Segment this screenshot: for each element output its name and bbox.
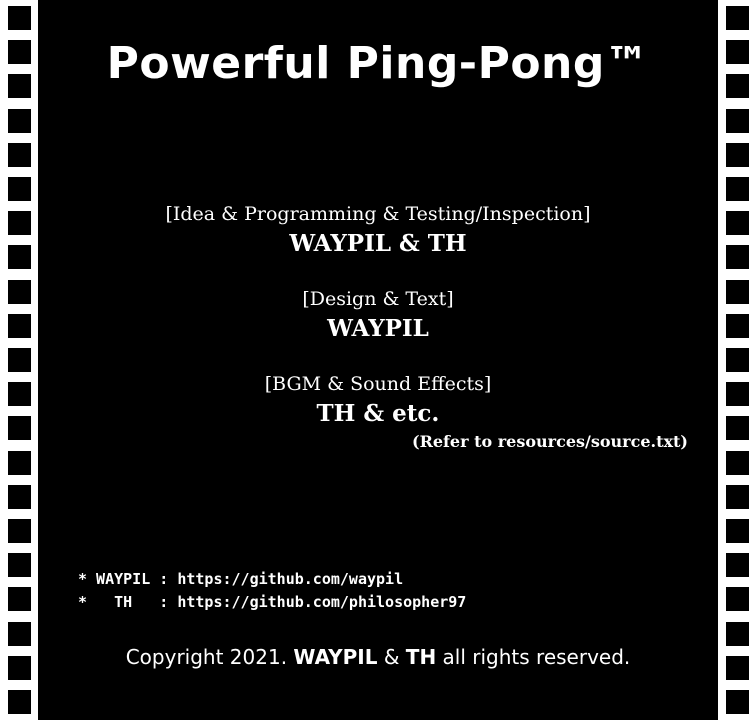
film-perforation	[726, 451, 749, 475]
film-perforation	[8, 690, 31, 714]
film-perforation	[726, 553, 749, 577]
film-perforation	[726, 109, 749, 133]
copyright-suffix: all rights reserved.	[436, 645, 631, 669]
film-perforation	[8, 485, 31, 509]
copyright-amp: &	[377, 645, 406, 669]
film-perforation	[8, 109, 31, 133]
game-title: Powerful Ping-Pong™	[106, 38, 650, 89]
copyright-name-waypil: WAYPIL	[293, 645, 378, 669]
film-perforation	[726, 280, 749, 304]
left-film-strip	[0, 0, 38, 720]
film-perforation	[726, 416, 749, 440]
film-perforation	[726, 211, 749, 235]
copyright-prefix: Copyright 2021.	[125, 645, 294, 669]
film-perforation	[726, 690, 749, 714]
credit-note-bgm: (Refer to resources/source.txt)	[412, 432, 688, 451]
film-perforation	[726, 40, 749, 64]
credit-name-design: WAYPIL	[327, 315, 429, 342]
film-perforation	[726, 519, 749, 543]
film-perforation	[726, 6, 749, 30]
film-perforation	[726, 656, 749, 680]
link-line-th: * TH : https://github.com/philosopher97	[78, 593, 467, 611]
copyright-name-th: TH	[405, 645, 437, 669]
credit-name-idea: WAYPIL & TH	[289, 230, 467, 257]
credit-role-idea: [Idea & Programming & Testing/Inspection…	[165, 203, 591, 225]
film-perforation	[8, 656, 31, 680]
film-perforation	[726, 485, 749, 509]
film-perforation	[8, 553, 31, 577]
link-line-waypil: * WAYPIL : https://github.com/waypil	[78, 570, 404, 588]
credit-role-design: [Design & Text]	[302, 288, 454, 310]
film-perforation	[8, 211, 31, 235]
film-perforation	[8, 416, 31, 440]
film-perforation	[8, 519, 31, 543]
film-perforation	[8, 143, 31, 167]
credit-name-bgm: TH & etc.	[316, 400, 440, 427]
film-perforation	[8, 40, 31, 64]
film-perforation	[726, 622, 749, 646]
film-perforation	[8, 587, 31, 611]
right-film-strip	[718, 0, 756, 720]
film-perforation	[726, 314, 749, 338]
film-perforation	[726, 177, 749, 201]
film-perforation	[8, 451, 31, 475]
film-perforation	[8, 177, 31, 201]
film-perforation	[8, 280, 31, 304]
film-perforation	[8, 348, 31, 372]
film-perforation	[726, 74, 749, 98]
film-perforation	[8, 74, 31, 98]
film-perforation	[726, 143, 749, 167]
copyright-notice: Copyright 2021. WAYPIL & TH all rights r…	[38, 645, 718, 669]
film-perforation	[726, 348, 749, 372]
film-perforation	[8, 382, 31, 406]
film-perforation	[8, 622, 31, 646]
film-perforation	[726, 245, 749, 269]
credit-role-bgm: [BGM & Sound Effects]	[264, 373, 492, 395]
film-perforation	[8, 6, 31, 30]
film-perforation	[726, 382, 749, 406]
film-perforation	[726, 587, 749, 611]
film-perforation	[8, 245, 31, 269]
film-perforation	[8, 314, 31, 338]
